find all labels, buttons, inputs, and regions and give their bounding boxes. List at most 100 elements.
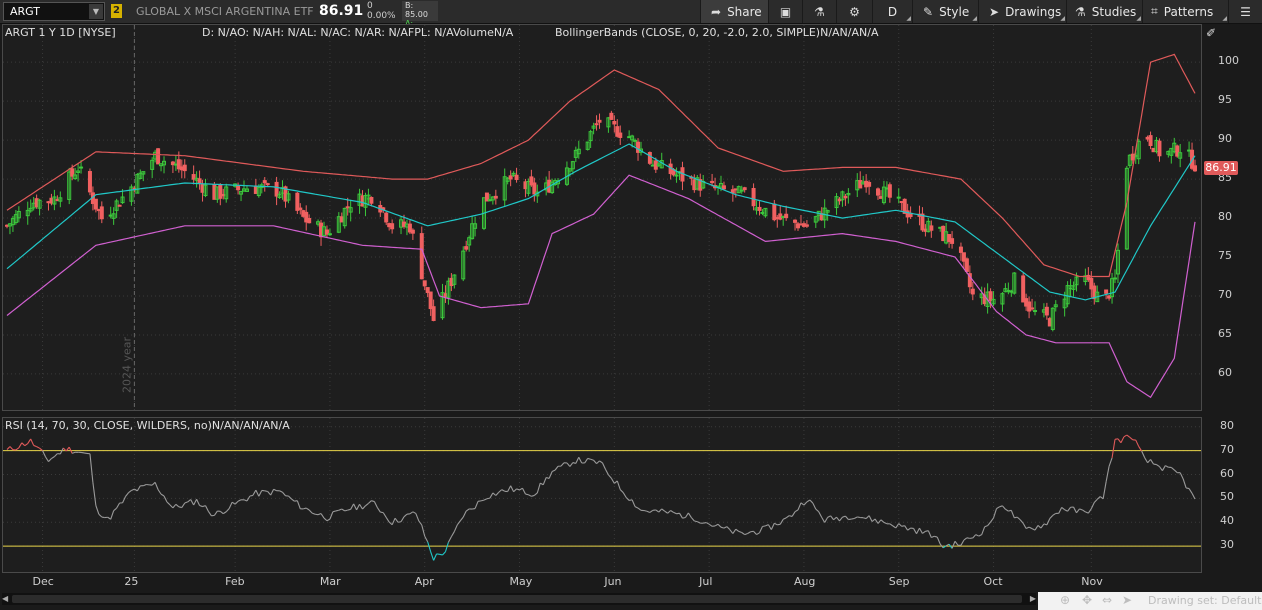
rsi-segment	[753, 530, 757, 535]
rsi-segment	[815, 508, 820, 513]
rsi-panel[interactable]: RSI (14, 70, 30, CLOSE, WILDERS, no)N/AN…	[2, 417, 1202, 573]
candle	[440, 283, 445, 320]
rsi-segment	[196, 498, 201, 506]
candle-body	[1113, 277, 1118, 280]
fit-icon[interactable]: ⇔	[1102, 593, 1112, 607]
rsi-segment	[513, 488, 517, 493]
rsi-segment	[673, 511, 677, 515]
scroll-right-icon[interactable]: ▶	[1030, 594, 1036, 603]
menu-button[interactable]: ☰	[1228, 0, 1262, 23]
candle	[129, 184, 134, 206]
candle-body	[1033, 310, 1038, 313]
top-toolbar: ARGT ▼ 2 GLOBAL X MSCI ARGENTINA ETF 86.…	[0, 0, 1262, 37]
rsi-segment	[931, 535, 935, 538]
candle	[736, 185, 741, 194]
price-chart-canvas[interactable]: 2024 year	[3, 25, 1201, 410]
candle	[822, 199, 827, 229]
scrollbar-thumb[interactable]	[12, 595, 1022, 603]
rsi-segment	[110, 510, 115, 520]
candle	[304, 205, 309, 231]
rsi-segment	[874, 518, 879, 524]
rsi-segment	[344, 509, 348, 512]
rsi-segment	[1079, 508, 1083, 511]
candles	[5, 110, 1197, 332]
rsi-segment	[637, 507, 642, 511]
rsi-segment	[531, 494, 535, 497]
candle	[556, 178, 561, 189]
candle	[384, 211, 389, 226]
time-axis-label: Apr	[414, 575, 434, 588]
snapshot-button[interactable]: ▣	[768, 0, 802, 23]
rsi-segment	[1170, 466, 1175, 471]
scroll-left-icon[interactable]: ◀	[2, 594, 8, 603]
rsi-segment	[999, 505, 1003, 508]
lab-button[interactable]: ⚗	[802, 0, 836, 23]
rsi-segment	[273, 488, 277, 492]
aggregation-button[interactable]: D ◢	[872, 0, 912, 23]
rsi-axis-tick: 70	[1220, 442, 1234, 456]
rsi-segment	[1005, 508, 1009, 512]
rsi-segment	[770, 523, 775, 530]
rsi-segment	[679, 512, 683, 519]
rsi-segment	[249, 494, 254, 497]
rsi-segment	[1179, 472, 1184, 480]
drawings-button[interactable]: ➤ Drawings ◢	[978, 0, 1066, 23]
drawing-cursor-icon[interactable]: ➤	[1122, 593, 1132, 607]
rsi-segment	[427, 541, 432, 552]
rsi-segment	[397, 521, 402, 523]
candle-body	[887, 184, 892, 198]
caret-icon: ◢	[1060, 15, 1065, 22]
settings-button[interactable]: ⚙	[836, 0, 872, 23]
rsi-segment	[382, 512, 387, 518]
chevron-down-icon[interactable]: ▼	[89, 4, 103, 19]
time-scrollbar[interactable]: ◀ ▶	[2, 593, 1036, 605]
time-axis-label: Mar	[319, 575, 341, 588]
rsi-segment	[1046, 518, 1051, 526]
zoom-icon[interactable]: ⊕	[1060, 593, 1070, 607]
rsi-segment	[45, 456, 49, 462]
rsi-segment	[717, 523, 722, 528]
rsi-segment	[442, 551, 446, 556]
rsi-segment	[844, 515, 849, 520]
rsi-segment	[48, 458, 52, 463]
style-button[interactable]: ✎ Style ◢	[912, 0, 978, 23]
rsi-segment	[1025, 526, 1030, 530]
candle-body	[327, 233, 332, 236]
share-button[interactable]: ➦ Share	[700, 0, 768, 23]
rsi-segment	[36, 446, 40, 449]
rsi-segment	[356, 504, 361, 511]
rsi-segment	[365, 502, 369, 507]
rsi-segment	[42, 450, 47, 458]
symbol-input[interactable]: ARGT ▼	[3, 2, 105, 21]
rsi-segment	[735, 528, 740, 532]
rsi-segment	[95, 505, 100, 515]
rsi-segment	[596, 460, 600, 465]
rsi-segment	[578, 456, 583, 464]
rsi-chart-canvas[interactable]	[3, 418, 1201, 572]
flask-icon: ⚗	[814, 4, 825, 19]
rsi-segment	[1150, 459, 1154, 465]
rsi-segment	[291, 498, 295, 502]
rsi-segment	[1028, 526, 1033, 530]
price-axis-tick: 90	[1218, 132, 1232, 146]
link-group-badge[interactable]: 2	[111, 4, 122, 18]
pan-icon[interactable]: ✥	[1082, 593, 1092, 607]
rsi-title: RSI (14, 70, 30, CLOSE, WILDERS, no)N/AN…	[5, 419, 290, 432]
rsi-segment	[584, 458, 589, 464]
rsi-segment	[255, 489, 260, 497]
patterns-button[interactable]: ⌗ Patterns ◢	[1142, 0, 1228, 23]
candle-body	[964, 258, 969, 272]
rsi-segment	[33, 444, 37, 448]
time-axis-label: Feb	[225, 575, 245, 588]
studies-button[interactable]: ⚗ Studies ◢	[1066, 0, 1142, 23]
rsi-segment	[729, 529, 734, 534]
rsi-segment	[797, 502, 802, 511]
candle	[846, 188, 851, 204]
price-chart-panel[interactable]: 2024 year ARGT 1 Y 1D [NYSE] D: N/AO: N/…	[2, 24, 1202, 411]
candle	[410, 228, 415, 240]
candle	[191, 165, 196, 185]
rsi-segment	[30, 438, 35, 446]
bollinger-lower-band	[6, 174, 1196, 399]
rsi-segment	[6, 446, 11, 450]
candle	[87, 168, 92, 196]
